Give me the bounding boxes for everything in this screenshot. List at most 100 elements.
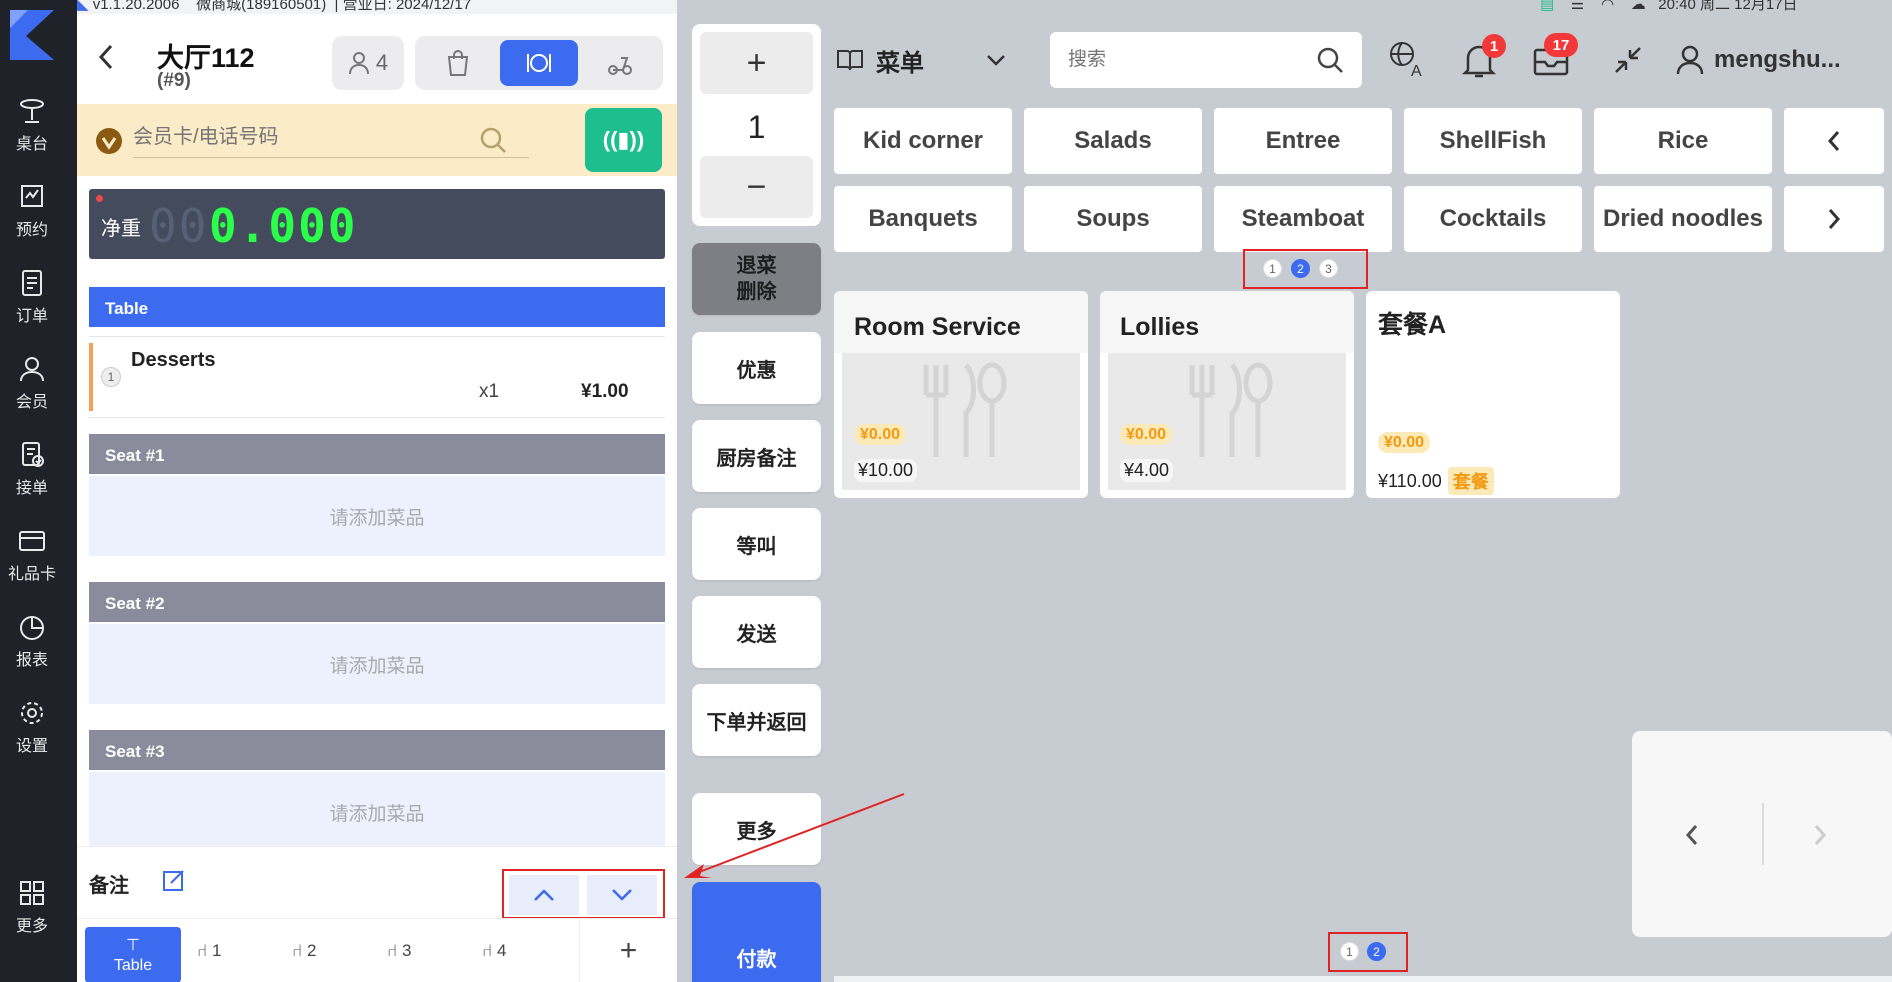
- nav-label: 报表: [15, 652, 48, 669]
- dish-price: ¥10.00: [854, 459, 918, 482]
- page-dot[interactable]: 1: [1340, 942, 1359, 961]
- dish-card[interactable]: 套餐A ¥0.00 ¥110.00 套餐: [1366, 291, 1620, 498]
- category-button[interactable]: Steamboat: [1214, 186, 1392, 252]
- collapse-icon[interactable]: [1612, 44, 1644, 76]
- category-button[interactable]: Banquets: [834, 186, 1012, 252]
- seat-tab-label: 1: [211, 941, 222, 960]
- place-and-return-button[interactable]: 下单并返回: [692, 684, 821, 756]
- nfc-read-button[interactable]: ((▮)): [585, 108, 662, 172]
- accept-order-icon: [22, 442, 44, 467]
- category-grid: Kid corner Salads Entree ShellFish Rice …: [834, 108, 1892, 252]
- plate-icon: [526, 54, 551, 72]
- category-button[interactable]: Soups: [1024, 186, 1202, 252]
- table-icon: [20, 99, 44, 123]
- table-icon: ⊤: [126, 937, 140, 954]
- chair-icon: ⑁: [197, 941, 208, 960]
- dish-pagination: 1 2: [1340, 942, 1386, 961]
- seat-dropzone[interactable]: 请添加菜品: [89, 624, 665, 704]
- order-line-item[interactable]: 1 Desserts x1 ¥1.00: [89, 336, 665, 418]
- menu-selector[interactable]: 菜单: [836, 32, 1026, 88]
- gift-card-icon: [19, 531, 45, 551]
- hold-button[interactable]: 等叫: [692, 508, 821, 580]
- search-icon[interactable]: [479, 126, 507, 154]
- chair-icon: ⑁: [292, 941, 303, 960]
- nav-item-settings[interactable]: 设置: [0, 692, 64, 762]
- user-icon: [1676, 45, 1704, 75]
- page-dot-active[interactable]: 2: [1367, 942, 1386, 961]
- scroll-up-button[interactable]: [509, 875, 579, 915]
- mode-delivery[interactable]: [582, 40, 659, 86]
- nav-item-more[interactable]: 更多: [0, 872, 64, 942]
- member-crown-icon: [96, 128, 122, 154]
- status-strip: ◣ v1.1.20.2006 微商城(189160501) | 营业日: 202…: [77, 0, 677, 14]
- category-button[interactable]: Rice: [1594, 108, 1772, 174]
- seat-tab-1[interactable]: ⑁ 1: [197, 941, 221, 961]
- shop-name: 微商城(189160501): [196, 0, 327, 13]
- nav-item-reservation[interactable]: 预约: [0, 176, 64, 246]
- category-prev-button[interactable]: [1784, 108, 1884, 174]
- member-icon: [20, 357, 44, 382]
- pay-button[interactable]: 付款: [692, 882, 821, 982]
- seat-tab-table[interactable]: ⊤ Table: [85, 927, 181, 982]
- mode-dine-in[interactable]: [500, 40, 578, 86]
- guest-count: 4: [375, 50, 389, 75]
- qty-minus-button[interactable]: −: [700, 156, 813, 218]
- nfc-card-icon: ((▮)): [602, 127, 645, 152]
- member-price: ¥0.00: [1378, 432, 1431, 453]
- chevron-left-icon[interactable]: [1684, 823, 1700, 847]
- category-button[interactable]: Entree: [1214, 108, 1392, 174]
- wifi-icon: ◠: [1600, 0, 1615, 13]
- edit-icon[interactable]: [161, 867, 187, 893]
- seat-header: Seat #3: [89, 730, 665, 770]
- seat-tab-3[interactable]: ⑁ 3: [387, 941, 411, 961]
- category-button[interactable]: Cocktails: [1404, 186, 1582, 252]
- nav-item-accept-order[interactable]: 接单: [0, 434, 64, 504]
- member-price-tag: ¥0.00: [854, 424, 907, 445]
- seat-tabs: ⊤ Table ⑁ 1 ⑁ 2 ⑁ 3 ⑁ 4 +: [77, 918, 677, 982]
- search-icon[interactable]: [1316, 46, 1344, 74]
- category-button[interactable]: Salads: [1024, 108, 1202, 174]
- nav-item-gift-card[interactable]: 礼品卡: [0, 520, 64, 590]
- qty-plus-button[interactable]: +: [700, 32, 813, 94]
- member-search-bar: ((▮)): [77, 104, 677, 176]
- seat-dropzone[interactable]: 请添加菜品: [89, 476, 665, 556]
- member-input[interactable]: [133, 118, 529, 158]
- seat-dropzone[interactable]: 请添加菜品: [89, 772, 665, 852]
- page-dot-active[interactable]: 2: [1291, 259, 1310, 278]
- void-delete-button[interactable]: 退菜 删除: [692, 243, 821, 315]
- category-button[interactable]: Kid corner: [834, 108, 1012, 174]
- page-dot[interactable]: 3: [1319, 259, 1338, 278]
- nav-label: 更多: [15, 918, 48, 935]
- dining-mode-switch: [415, 36, 663, 90]
- guest-count-button[interactable]: 4: [332, 36, 404, 90]
- back-button[interactable]: [95, 42, 119, 80]
- business-date: 营业日: 2024/12/17: [342, 0, 472, 13]
- seat-tab-4[interactable]: ⑁ 4: [482, 941, 506, 961]
- item-status-stripe: [89, 343, 93, 411]
- scroll-down-button[interactable]: [587, 875, 657, 915]
- add-seat-button[interactable]: +: [579, 919, 677, 982]
- chevron-right-icon[interactable]: [1812, 823, 1828, 847]
- menu-search-input[interactable]: [1068, 44, 1298, 76]
- category-button[interactable]: ShellFish: [1404, 108, 1582, 174]
- nav-item-members[interactable]: 会员: [0, 348, 64, 418]
- kitchen-note-button[interactable]: 厨房备注: [692, 420, 821, 492]
- send-button[interactable]: 发送: [692, 596, 821, 668]
- nav-item-orders[interactable]: 订单: [0, 262, 64, 332]
- mode-takeaway[interactable]: [419, 40, 496, 86]
- dish-card[interactable]: Lollies ¥0.00 ¥4.00: [1100, 291, 1354, 498]
- nav-item-reports[interactable]: 报表: [0, 606, 64, 676]
- page-dot[interactable]: 1: [1263, 259, 1282, 278]
- seat-header: Seat #1: [89, 434, 665, 474]
- chevron-down-icon: [612, 889, 632, 901]
- language-icon[interactable]: A: [1388, 40, 1426, 78]
- category-next-button[interactable]: [1784, 186, 1884, 252]
- dish-card[interactable]: Room Service ¥0.00 ¥10.00: [834, 291, 1088, 498]
- discount-button[interactable]: 优惠: [692, 332, 821, 404]
- book-icon: [837, 50, 863, 71]
- nav-item-tables[interactable]: 桌台: [0, 90, 64, 160]
- user-menu[interactable]: mengshu...: [1676, 40, 1886, 80]
- nav-label: 礼品卡: [7, 566, 56, 583]
- seat-tab-2[interactable]: ⑁ 2: [292, 941, 316, 961]
- category-button[interactable]: Dried noodles: [1594, 186, 1772, 252]
